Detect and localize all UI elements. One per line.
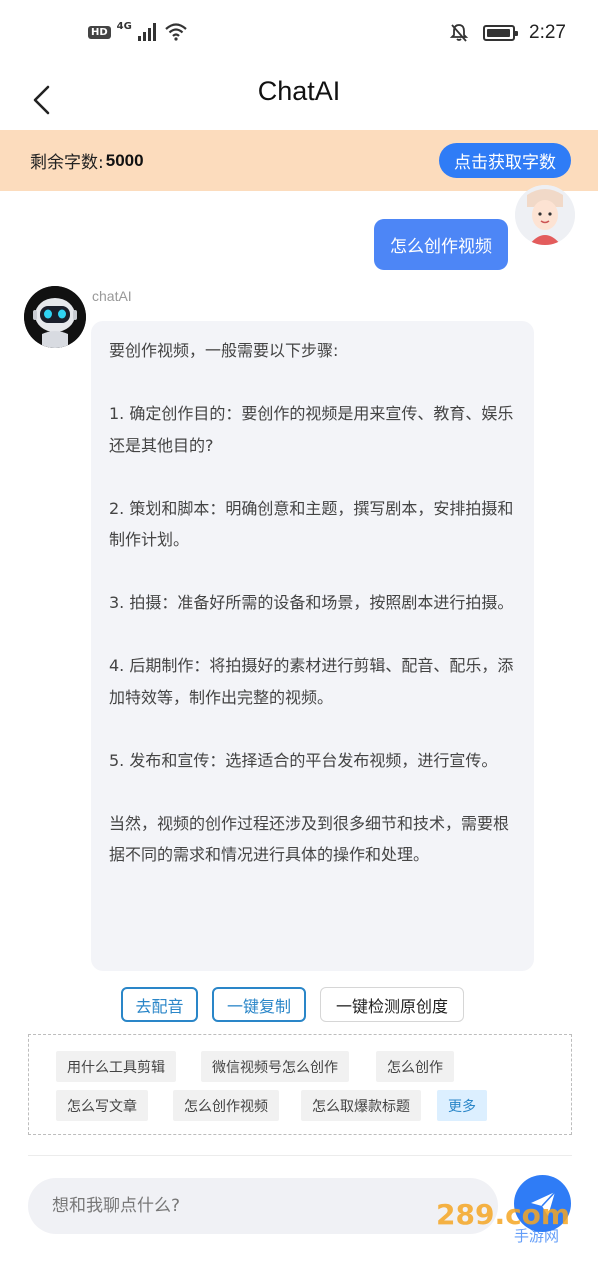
suggestion-panel: 用什么工具剪辑 微信视频号怎么创作 怎么创作 怎么写文章 怎么创作视频 怎么取爆… [28,1034,572,1135]
status-left: HD 4G [88,20,188,42]
signal-icon [137,23,156,41]
bot-avatar [24,286,86,348]
check-originality-button[interactable]: 一键检测原创度 [320,987,464,1022]
mute-bell-icon [449,24,469,42]
status-time: 2:27 [529,22,566,43]
bot-paragraph: 当然，视频的创作过程还涉及到很多细节和技术，需要根据不同的需求和情况进行具体的操… [109,813,510,865]
status-bar: HD 4G 2:27 [0,0,598,70]
wifi-icon [165,23,187,41]
status-right: 2:27 [449,22,566,44]
quota-bar: 剩余字数: 5000 点击获取字数 [0,130,598,191]
suggestion-chip[interactable]: 怎么写文章 [56,1090,148,1121]
dub-button[interactable]: 去配音 [121,987,198,1022]
network-type: 4G [116,20,132,32]
page-title: ChatAI [257,76,341,106]
copy-button[interactable]: 一键复制 [212,987,306,1022]
user-avatar [515,185,575,245]
bot-paragraph: 1. 确定创作目的：要创作的视频是用来宣传、教育、娱乐还是其他目的? [109,404,514,455]
quota-value: 5000 [105,150,144,170]
suggestion-chip[interactable]: 微信视频号怎么创作 [201,1051,349,1082]
bot-paragraph: 2. 策划和脚本：明确创意和主题，撰写剧本，安排拍摄和制作计划。 [109,498,514,550]
battery-level [487,29,510,37]
bot-paragraph: 5. 发布和宣传：选择适合的平台发布视频，进行宣传。 [109,750,498,770]
more-suggestions-button[interactable]: 更多 [437,1090,487,1121]
nav-bar: ChatAI [0,70,598,130]
suggestion-chip[interactable]: 怎么取爆款标题 [301,1090,421,1121]
site-watermark: 289.com 手游网 [436,1198,570,1244]
suggestion-chip[interactable]: 用什么工具剪辑 [56,1051,176,1082]
get-quota-button[interactable]: 点击获取字数 [439,143,571,178]
battery-icon [483,25,519,41]
divider [28,1155,572,1156]
suggestion-chip[interactable]: 怎么创作视频 [173,1090,279,1121]
message-actions: 去配音 一键复制 一键检测原创度 [0,987,598,1023]
bot-paragraph: 3. 拍摄：准备好所需的设备和场景，按照剧本进行拍摄。 [109,593,514,612]
bot-message-bubble[interactable]: 要创作视频，一般需要以下步骤: 1. 确定创作目的：要创作的视频是用来宣传、教育… [91,321,534,971]
chat-input-container [28,1178,498,1234]
chat-input[interactable] [52,1196,498,1216]
user-avatar-illustration [515,185,575,245]
user-message-bubble[interactable]: 怎么创作视频 [374,219,508,270]
watermark-sub-text: 手游网 [514,1227,559,1244]
robot-avatar-icon [24,286,86,348]
hd-badge: HD [88,25,111,39]
bot-paragraph: 要创作视频，一般需要以下步骤: [109,341,339,360]
bot-paragraph: 4. 后期制作：将拍摄好的素材进行剪辑、配音、配乐，添加特效等，制作出完整的视频… [109,656,514,707]
quota-label: 剩余字数: [30,153,104,173]
bot-name: chatAI [92,288,132,304]
suggestion-chip[interactable]: 怎么创作 [376,1051,454,1082]
